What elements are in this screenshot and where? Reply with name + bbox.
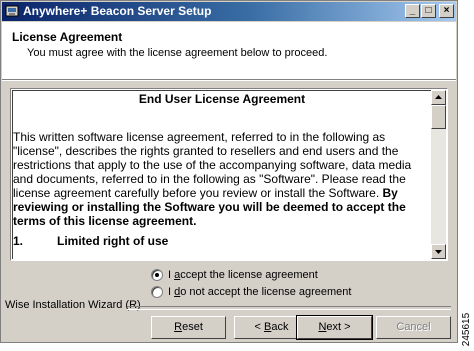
license-section-heading: 1. Limited right of use <box>13 234 431 248</box>
setup-app-icon <box>5 5 19 17</box>
decline-rest: o not accept the license agreement <box>180 286 352 298</box>
page-subtitle: You must agree with the license agreemen… <box>27 47 328 59</box>
license-text-area[interactable]: End User License Agreement This written … <box>10 88 448 261</box>
scroll-down-button[interactable] <box>431 244 446 259</box>
page-title: License Agreement <box>12 30 123 44</box>
decline-radio-button[interactable] <box>151 286 163 298</box>
arrow-down-icon <box>435 250 442 254</box>
cancel-button[interactable]: Cancel <box>376 316 451 339</box>
next-button[interactable]: Next > <box>296 315 373 340</box>
arrow-up-icon <box>435 95 442 99</box>
license-content: End User License Agreement This written … <box>13 92 431 248</box>
decline-radio-label: I do not accept the license agreement <box>168 286 351 298</box>
figure-code-text: 245615 <box>461 312 473 347</box>
reset-rest: eset <box>182 321 203 333</box>
accept-radio-label: I accept the license agreement <box>168 269 318 281</box>
title-bar[interactable]: Anywhere+ Beacon Server Setup _ □ × <box>2 2 456 21</box>
next-rest: ext > <box>326 321 351 333</box>
reset-button[interactable]: Reset <box>151 316 226 339</box>
footer-divider <box>127 306 451 310</box>
section-title: Limited right of use <box>57 234 169 248</box>
figure-code: 245615 <box>461 312 473 348</box>
accept-rest: ccept the license agreement <box>180 269 318 281</box>
close-button[interactable]: × <box>439 4 454 18</box>
scroll-thumb[interactable] <box>431 105 446 129</box>
wizard-brand-label: Wise Installation Wizard (R) <box>5 299 141 311</box>
license-body: This written software license agreement,… <box>13 130 431 228</box>
reset-accelerator: R <box>174 321 183 333</box>
license-heading: End User License Agreement <box>138 92 306 106</box>
header-panel: License Agreement You must agree with th… <box>2 22 456 80</box>
header-divider <box>2 80 456 81</box>
window-title: Anywhere+ Beacon Server Setup <box>23 4 212 18</box>
accept-radio-button[interactable] <box>151 269 163 281</box>
back-prefix: < <box>254 321 264 333</box>
maximize-button[interactable]: □ <box>421 4 436 18</box>
scroll-up-button[interactable] <box>431 90 446 105</box>
back-rest: ack <box>271 321 289 333</box>
minimize-button[interactable]: _ <box>405 4 420 18</box>
license-scrollbar[interactable] <box>431 90 446 259</box>
license-body-text: This written software license agreement,… <box>13 130 412 200</box>
section-number: 1. <box>13 234 24 248</box>
setup-window: Anywhere+ Beacon Server Setup _ □ × Lice… <box>0 0 458 343</box>
